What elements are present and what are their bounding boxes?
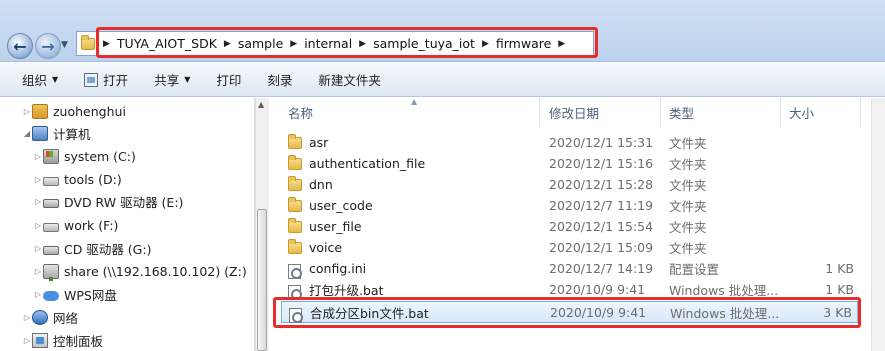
cd-drive-icon	[43, 245, 59, 255]
nav-item-computer[interactable]: ◢ 计算机	[22, 122, 91, 144]
nav-item-work-f[interactable]: ▷ work (F:)	[33, 214, 119, 236]
nav-item-tools-d[interactable]: ▷ tools (D:)	[33, 168, 122, 190]
file-row[interactable]: config.ini 2020/12/7 14:19 配置设置 1 KB	[270, 258, 860, 279]
scroll-up-arrow-icon[interactable]: ▲	[258, 100, 264, 109]
selection-highlight-box	[273, 297, 861, 328]
file-row[interactable]: user_code 2020/12/7 11:19 文件夹	[270, 195, 860, 216]
network-drive-icon	[43, 263, 59, 281]
file-row[interactable]: voice 2020/12/1 15:09 文件夹	[270, 237, 860, 258]
forward-button[interactable]: →	[35, 33, 61, 59]
expand-arrow-icon[interactable]: ▷	[22, 313, 32, 322]
drive-icon	[43, 176, 59, 186]
new-folder-button[interactable]: 新建文件夹	[318, 70, 381, 89]
navigation-pane: ▷ zuohenghui ◢ 计算机 ▷ system (C:) ▷ tools…	[0, 98, 255, 351]
folder-icon	[288, 218, 302, 233]
network-icon	[32, 309, 48, 325]
folder-icon	[288, 155, 302, 170]
command-bar: 组织 ▼ 打开 共享 ▼ 打印 刻录 新建文件夹	[0, 63, 885, 97]
control-panel-icon	[32, 332, 48, 348]
expand-arrow-icon[interactable]: ▷	[33, 175, 43, 184]
column-header-date[interactable]: 修改日期	[531, 98, 661, 126]
file-row[interactable]: authentication_file 2020/12/1 15:16 文件夹	[270, 153, 860, 174]
recent-pages-dropdown-icon[interactable]: ▼	[61, 40, 68, 50]
expand-arrow-icon[interactable]: ▷	[33, 152, 43, 161]
back-button[interactable]: ←	[7, 33, 33, 59]
nav-scroll-thumb[interactable]	[257, 209, 267, 351]
file-scrollbar[interactable]	[871, 98, 885, 351]
nav-item-system-c[interactable]: ▷ system (C:)	[33, 145, 136, 167]
nav-item-zuohenghui[interactable]: ▷ zuohenghui	[22, 100, 126, 122]
open-button[interactable]: 打开	[84, 70, 128, 89]
share-button[interactable]: 共享 ▼	[154, 70, 190, 89]
chevron-down-icon: ▼	[184, 75, 191, 84]
nav-item-share-z[interactable]: ▷ share (\\192.168.10.102) (Z:)	[33, 260, 247, 282]
sort-ascending-icon: ▲	[411, 97, 418, 106]
folder-icon	[81, 34, 95, 50]
nav-item-wps-drive[interactable]: ▷ WPS网盘	[33, 283, 117, 305]
chevron-down-icon: ▼	[52, 75, 59, 84]
column-header-size[interactable]: 大小	[771, 98, 861, 126]
folder-icon	[288, 176, 302, 191]
column-header-name[interactable]: 名称	[270, 98, 540, 126]
drive-icon	[43, 222, 59, 232]
address-highlight-box	[96, 27, 598, 58]
forward-arrow-icon: →	[41, 36, 55, 56]
nav-item-control-panel[interactable]: ▷ 控制面板	[22, 329, 103, 351]
nav-item-network[interactable]: ▷ 网络	[22, 306, 78, 328]
expand-arrow-icon[interactable]: ▷	[33, 244, 43, 253]
expand-arrow-icon[interactable]: ▷	[33, 197, 43, 206]
cloud-icon	[43, 290, 59, 301]
burn-button[interactable]: 刻录	[267, 70, 292, 89]
folder-icon	[288, 239, 302, 254]
user-folder-icon	[32, 103, 48, 119]
open-icon	[84, 72, 99, 87]
print-button[interactable]: 打印	[216, 70, 241, 89]
file-row[interactable]: user_file 2020/12/1 15:54 文件夹	[270, 216, 860, 237]
back-arrow-icon: ←	[13, 36, 27, 56]
expand-arrow-icon[interactable]: ▷	[22, 107, 32, 116]
file-row[interactable]: dnn 2020/12/1 15:28 文件夹	[270, 174, 860, 195]
expand-arrow-icon[interactable]: ▷	[22, 336, 32, 345]
column-header-type[interactable]: 类型	[651, 98, 781, 126]
settings-file-icon	[288, 264, 302, 279]
system-drive-icon	[43, 148, 59, 164]
file-row[interactable]: asr 2020/12/1 15:31 文件夹	[270, 132, 860, 153]
folder-icon	[288, 134, 302, 149]
expand-arrow-icon[interactable]: ▷	[33, 267, 43, 276]
dvd-drive-icon	[43, 198, 59, 208]
folder-icon	[288, 197, 302, 212]
nav-item-cd-g[interactable]: ▷ CD 驱动器 (G:)	[33, 237, 152, 259]
expand-arrow-icon[interactable]: ▷	[33, 221, 43, 230]
organize-button[interactable]: 组织 ▼	[22, 70, 58, 89]
computer-icon	[32, 125, 48, 141]
nav-item-dvd-e[interactable]: ▷ DVD RW 驱动器 (E:)	[33, 190, 183, 212]
expand-arrow-icon[interactable]: ▷	[33, 290, 43, 299]
collapse-arrow-icon[interactable]: ◢	[22, 129, 32, 138]
